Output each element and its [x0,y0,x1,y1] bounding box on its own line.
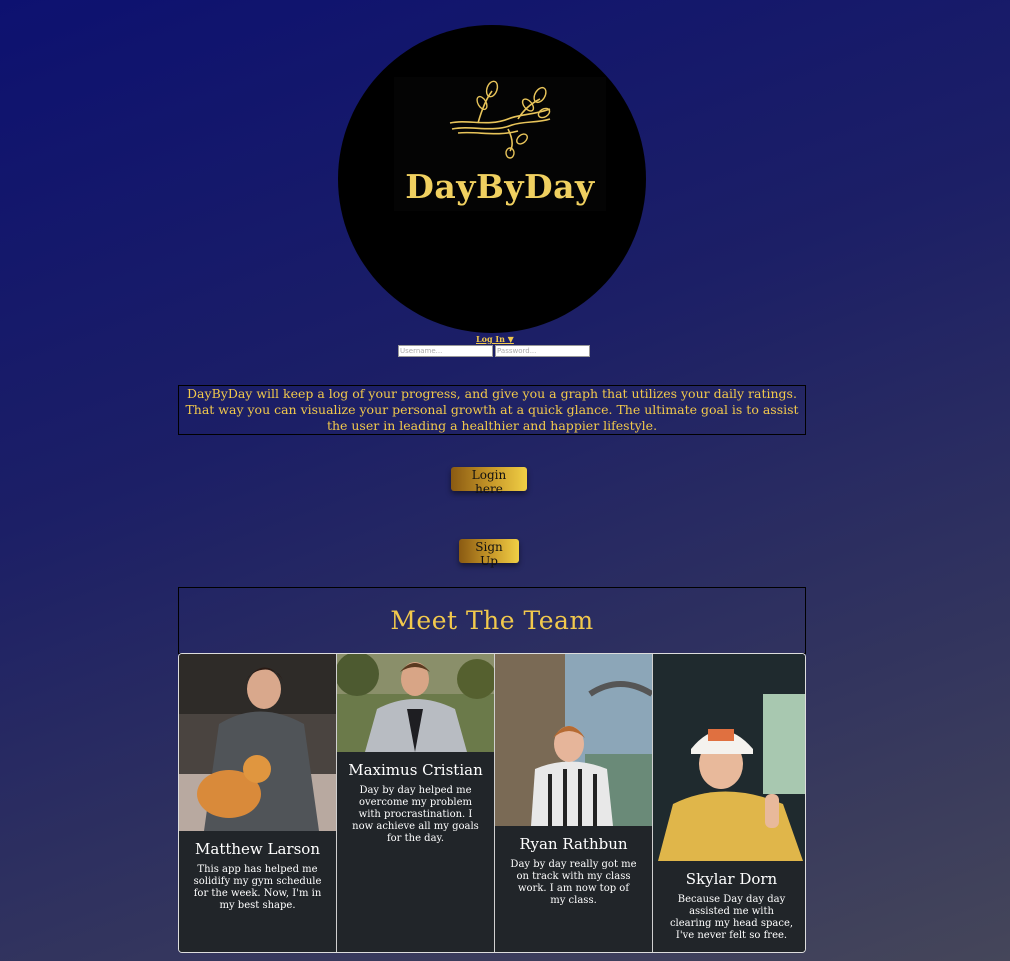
member-name: Matthew Larson [195,840,320,858]
login-here-button[interactable]: Login here [451,467,527,496]
team-card: Maximus Cristian Day by day helped me ov… [337,654,495,952]
member-photo [337,654,494,752]
logo: DayByDay [338,25,646,333]
member-photo [495,654,652,826]
member-quote: Day by day helped me overcome my problem… [352,785,479,844]
logo-title: DayByDay [405,167,595,206]
team-cards: Matthew Larson This app has helped me so… [178,653,806,953]
logo-image: DayByDay [394,77,606,211]
login-dropdown-toggle[interactable]: Log In ▼ [476,334,514,344]
member-quote: Because Day day day assisted me with cle… [669,894,794,941]
login-form [398,345,590,357]
team-card: Matthew Larson This app has helped me so… [179,654,337,952]
member-name: Skylar Dorn [685,870,778,888]
member-quote: Day by day really got me on track with m… [510,859,637,906]
app-description: DayByDay will keep a log of your progres… [178,385,806,435]
member-quote: This app has helped me solidify my gym s… [193,864,322,911]
team-card: Ryan Rathbun Day by day really got me on… [495,654,653,952]
member-name: Ryan Rathbun [519,835,628,853]
team-card: Skylar Dorn Because Day day day assisted… [653,654,805,952]
member-name: Maximus Cristian [348,761,483,779]
member-photo [653,654,805,861]
tree-branch-icon [449,80,551,159]
member-photo [179,654,336,831]
username-input[interactable] [398,345,493,357]
password-input[interactable] [495,345,590,357]
sign-up-button[interactable]: Sign Up [459,539,519,568]
team-heading: Meet The Team [178,587,806,654]
